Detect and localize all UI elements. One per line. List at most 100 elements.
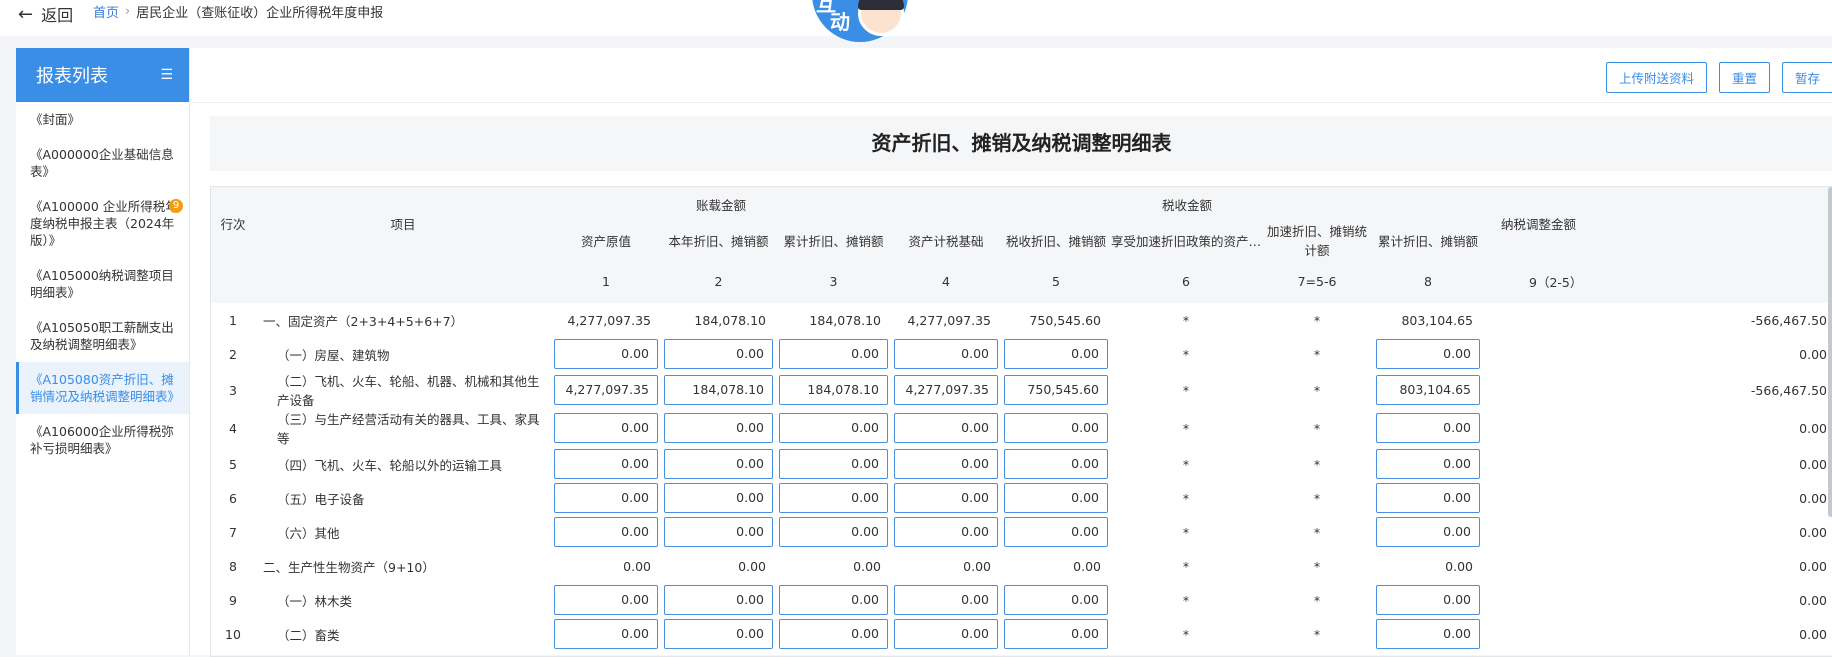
amount-input[interactable]: 0.00 <box>554 449 658 479</box>
amount-input[interactable]: 0.00 <box>779 619 888 649</box>
amount-input[interactable]: 0.00 <box>1376 413 1481 443</box>
back-button[interactable]: ← 返回 <box>18 2 73 26</box>
collapse-menu-icon[interactable]: ☰ <box>160 67 173 83</box>
not-applicable-cell: * <box>1261 617 1373 651</box>
amount-input[interactable]: 0.00 <box>664 483 773 513</box>
amount-input[interactable]: 0.00 <box>1004 585 1108 615</box>
amount-input[interactable]: 0.00 <box>554 413 658 443</box>
not-applicable-cell: * <box>1111 337 1261 371</box>
computed-value: 184,078.10 <box>661 303 776 337</box>
amount-input[interactable]: 0.00 <box>664 449 773 479</box>
amount-input[interactable]: 184,078.10 <box>779 375 888 405</box>
row-number: 3 <box>211 371 255 409</box>
table-cell: 0.00 <box>1001 481 1111 515</box>
table-cell: 0.00 <box>661 337 776 371</box>
amount-input[interactable]: 0.00 <box>894 585 998 615</box>
upload-attachments-button[interactable]: 上传附送资料 <box>1605 62 1707 93</box>
sidebar-list: 《封面》 《A000000企业基础信息表》 《A100000 企业所得税年度纳税申报… <box>16 102 189 466</box>
breadcrumb-home-link[interactable]: 首页 <box>93 2 119 21</box>
tax-adjustment-value: 0.00 <box>1483 447 1832 481</box>
sidebar-item-report[interactable]: 《A106000企业所得税弥补亏损明细表》 <box>16 414 189 466</box>
vertical-scrollbar[interactable] <box>1828 187 1832 517</box>
table-cell: 0.00 <box>891 617 1001 651</box>
amount-input[interactable]: 0.00 <box>1004 483 1108 513</box>
amount-input[interactable]: 0.00 <box>554 483 658 513</box>
amount-input[interactable]: 0.00 <box>894 339 998 369</box>
computed-value: 4,277,097.35 <box>551 303 661 337</box>
not-applicable-cell: * <box>1111 549 1261 583</box>
amount-input[interactable]: 0.00 <box>664 585 773 615</box>
row-item-label: （二）畜类 <box>255 617 551 651</box>
amount-input[interactable]: 4,277,097.35 <box>894 375 998 405</box>
amount-input[interactable]: 184,078.10 <box>664 375 773 405</box>
amount-input[interactable]: 0.00 <box>779 339 888 369</box>
col-num-2: 2 <box>661 259 776 303</box>
amount-input[interactable]: 0.00 <box>1376 339 1481 369</box>
amount-input[interactable]: 0.00 <box>779 449 888 479</box>
not-applicable-cell: * <box>1111 303 1261 337</box>
table-cell: 0.00 <box>1373 337 1484 371</box>
not-applicable-cell: * <box>1261 515 1373 549</box>
amount-input[interactable]: 0.00 <box>554 517 658 547</box>
amount-input[interactable]: 0.00 <box>779 585 888 615</box>
amount-input[interactable]: 0.00 <box>1376 483 1481 513</box>
amount-input[interactable]: 0.00 <box>664 413 773 443</box>
form-title: 资产折旧、摊销及纳税调整明细表 <box>210 116 1832 171</box>
amount-input[interactable]: 0.00 <box>1004 339 1108 369</box>
amount-input[interactable]: 0.00 <box>664 619 773 649</box>
amount-input[interactable]: 0.00 <box>1376 449 1481 479</box>
table-cell: 0.00 <box>891 337 1001 371</box>
amount-input[interactable]: 0.00 <box>894 413 998 443</box>
amount-input[interactable]: 0.00 <box>779 413 888 443</box>
computed-value: 803,104.65 <box>1373 303 1484 337</box>
back-label: 返回 <box>41 6 74 25</box>
table-cell: 184,078.10 <box>661 371 776 409</box>
save-draft-button[interactable]: 暂存 <box>1781 62 1832 93</box>
computed-value: 0.00 <box>661 549 776 583</box>
sidebar-item-report[interactable]: 《A105050职工薪酬支出及纳税调整明细表》 <box>16 310 189 362</box>
amount-input[interactable]: 0.00 <box>1004 413 1108 443</box>
amount-input[interactable]: 0.00 <box>554 339 658 369</box>
sidebar-item-report[interactable]: 《封面》 <box>16 102 189 137</box>
amount-input[interactable]: 0.00 <box>779 483 888 513</box>
amount-input[interactable]: 0.00 <box>1376 585 1481 615</box>
table-cell: 0.00 <box>891 583 1001 617</box>
amount-input[interactable]: 0.00 <box>779 517 888 547</box>
amount-input[interactable]: 0.00 <box>894 449 998 479</box>
sidebar-item-report[interactable]: 《A105000纳税调整项目明细表》 <box>16 258 189 310</box>
sidebar-item-report[interactable]: 《A000000企业基础信息表》 <box>16 137 189 189</box>
amount-input[interactable]: 0.00 <box>894 483 998 513</box>
table-cell: 0.00 <box>1001 447 1111 481</box>
amount-input[interactable]: 0.00 <box>664 517 773 547</box>
sidebar-item-label: 《A100000 企业所得税年度纳税申报主表（2024年版）》 <box>30 199 178 248</box>
amount-input[interactable]: 0.00 <box>1376 619 1481 649</box>
tax-adjustment-value: 0.00 <box>1483 337 1832 371</box>
not-applicable-cell: * <box>1261 481 1373 515</box>
amount-input[interactable]: 0.00 <box>894 517 998 547</box>
amount-input[interactable]: 0.00 <box>894 619 998 649</box>
not-applicable-cell: * <box>1111 583 1261 617</box>
table-cell: 0.00 <box>551 447 661 481</box>
amount-input[interactable]: 0.00 <box>554 619 658 649</box>
amount-input[interactable]: 0.00 <box>1004 449 1108 479</box>
col-num-1: 1 <box>551 259 661 303</box>
table-cell: 0.00 <box>891 481 1001 515</box>
amount-input[interactable]: 0.00 <box>1376 517 1481 547</box>
col-num-4: 4 <box>891 259 1001 303</box>
amount-input[interactable]: 0.00 <box>664 339 773 369</box>
amount-input[interactable]: 0.00 <box>1004 619 1108 649</box>
sidebar-item-report[interactable]: 《A105080资产折旧、摊销情况及纳税调整明细表》 <box>16 362 189 414</box>
amount-input[interactable]: 0.00 <box>554 585 658 615</box>
amount-input[interactable]: 750,545.60 <box>1004 375 1108 405</box>
amount-input[interactable]: 0.00 <box>1004 517 1108 547</box>
not-applicable-cell: * <box>1111 409 1261 447</box>
reset-button[interactable]: 重置 <box>1718 62 1770 93</box>
table-cell: 0.00 <box>1373 583 1484 617</box>
table-cell: 0.00 <box>1373 481 1484 515</box>
interaction-mascot-icon[interactable]: 互 动 <box>812 0 908 44</box>
amount-input[interactable]: 4,277,097.35 <box>554 375 658 405</box>
sidebar-item-report[interactable]: 《A100000 企业所得税年度纳税申报主表（2024年版）》 9 <box>16 189 189 258</box>
col-header-2: 本年折旧、摊销额 <box>661 221 776 259</box>
tax-adjustment-value: 0.00 <box>1483 617 1832 651</box>
amount-input[interactable]: 803,104.65 <box>1376 375 1481 405</box>
